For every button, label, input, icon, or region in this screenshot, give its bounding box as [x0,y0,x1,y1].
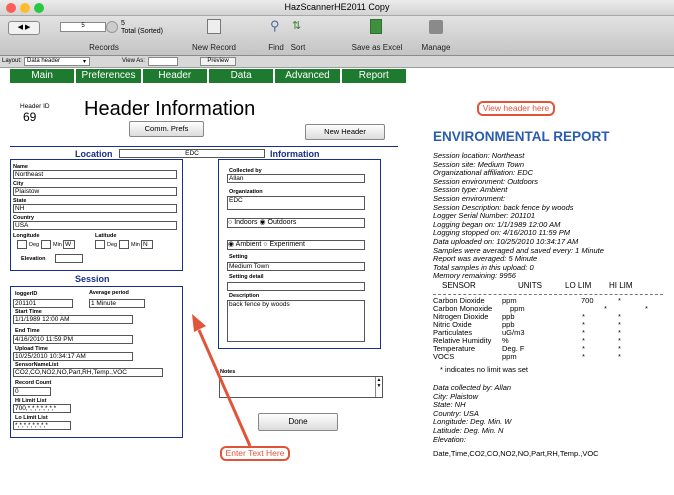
report-note: * indicates no limit was set [440,365,528,374]
report-table-cell: * [582,352,585,361]
enter-text-callout: Enter Text Here [220,446,290,461]
report-table-cell: 700 [581,296,594,305]
arrow-line [197,329,252,447]
report-table-cell: ppm [502,352,517,361]
report-table-cell: * [618,296,621,305]
report-line: Memory remaining: 9956 [433,271,516,281]
report-collected-line: Elevation: [433,434,466,444]
report-table-cell: * [645,304,648,313]
view-header-callout: View header here [477,101,555,116]
report-column-header: LO LIM [565,281,592,290]
report-table-cell: * [618,352,621,361]
report-column-header: HI LIM [609,281,633,290]
arrow-head [192,314,206,332]
report-table-divider [433,294,663,295]
report-title: ENVIRONMENTAL REPORT [433,129,610,144]
report-footer: Date,Time,CO2,CO,NO2,NO,Part,RH,Temp.,VO… [433,449,599,458]
report-table-cell: VOCS [433,352,455,361]
report-column-header: UNITS [518,281,542,290]
report-column-header: SENSOR [442,281,476,290]
report-table-cell: * [604,304,607,313]
